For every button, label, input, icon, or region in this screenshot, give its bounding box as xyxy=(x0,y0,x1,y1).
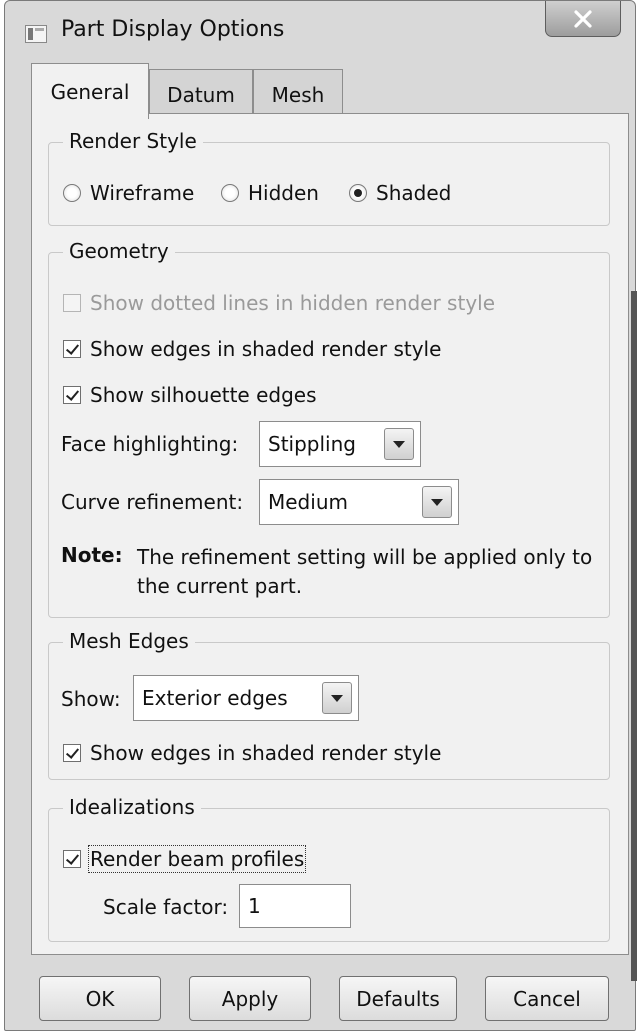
chevron-down-icon[interactable] xyxy=(322,682,352,714)
render-style-title: Render Style xyxy=(63,129,203,153)
mesh-show-label: Show: xyxy=(61,687,121,711)
mesh-show-edges-option[interactable]: Show edges in shaded render style xyxy=(63,741,441,765)
cancel-label: Cancel xyxy=(513,986,581,1011)
render-beam-profiles-checkbox[interactable] xyxy=(63,850,81,868)
idealizations-title: Idealizations xyxy=(63,795,201,819)
shaded-label: Shaded xyxy=(376,181,452,205)
wireframe-option[interactable]: Wireframe xyxy=(63,181,194,205)
chevron-down-icon[interactable] xyxy=(422,486,452,518)
face-highlighting-value: Stippling xyxy=(268,432,356,456)
face-highlighting-label: Face highlighting: xyxy=(61,432,239,456)
show-edges-checkbox[interactable] xyxy=(63,340,81,358)
title-bar[interactable]: Part Display Options xyxy=(5,1,635,61)
close-x-icon xyxy=(574,9,592,28)
curve-refinement-select[interactable]: Medium xyxy=(259,479,459,525)
hidden-option[interactable]: Hidden xyxy=(221,181,319,205)
defaults-button[interactable]: Defaults xyxy=(339,976,457,1021)
curve-refinement-value: Medium xyxy=(268,490,348,514)
apply-label: Apply xyxy=(221,986,279,1011)
apply-button[interactable]: Apply xyxy=(189,976,311,1021)
hidden-label: Hidden xyxy=(248,181,319,205)
defaults-label: Defaults xyxy=(356,986,440,1011)
window-edge-strip xyxy=(631,291,637,981)
show-dotted-lines-option: Show dotted lines in hidden render style xyxy=(63,291,495,315)
tab-mesh-label: Mesh xyxy=(271,82,325,107)
note-key: Note: xyxy=(61,543,123,567)
ok-label: OK xyxy=(85,986,115,1011)
mesh-edges-title: Mesh Edges xyxy=(63,629,195,653)
ok-button[interactable]: OK xyxy=(39,976,161,1021)
show-silhouette-option[interactable]: Show silhouette edges xyxy=(63,383,317,407)
mesh-show-select[interactable]: Exterior edges xyxy=(133,675,359,721)
part-display-options-dialog: Part Display Options General Datum Mesh … xyxy=(4,0,637,1031)
tab-datum[interactable]: Datum xyxy=(149,69,253,119)
geometry-title: Geometry xyxy=(63,239,175,263)
note-text: The refinement setting will be applied o… xyxy=(137,545,593,598)
tab-general[interactable]: General xyxy=(31,63,149,119)
general-tab-panel: Render Style Wireframe Hidden Shaded Geo… xyxy=(31,113,629,955)
cancel-button[interactable]: Cancel xyxy=(485,976,609,1021)
show-silhouette-label: Show silhouette edges xyxy=(90,383,317,407)
face-highlighting-select[interactable]: Stippling xyxy=(259,421,421,467)
show-silhouette-checkbox[interactable] xyxy=(63,386,81,404)
show-dotted-lines-label: Show dotted lines in hidden render style xyxy=(90,291,496,315)
wireframe-label: Wireframe xyxy=(90,181,195,205)
tab-mesh[interactable]: Mesh xyxy=(253,69,343,119)
window-title: Part Display Options xyxy=(61,17,285,42)
tab-general-label: General xyxy=(50,79,130,104)
render-beam-profiles-label: Render beam profiles xyxy=(87,845,307,873)
shaded-option[interactable]: Shaded xyxy=(349,181,451,205)
show-edges-option[interactable]: Show edges in shaded render style xyxy=(63,337,441,361)
scale-factor-label: Scale factor: xyxy=(103,895,229,919)
chevron-down-icon[interactable] xyxy=(384,428,414,460)
curve-refinement-label: Curve refinement: xyxy=(61,490,244,514)
render-beam-profiles-option[interactable]: Render beam profiles xyxy=(63,845,307,873)
show-edges-label: Show edges in shaded render style xyxy=(90,337,442,361)
close-button[interactable] xyxy=(545,1,621,37)
geometry-group: Geometry Show dotted lines in hidden ren… xyxy=(48,239,610,618)
idealizations-group: Idealizations Render beam profiles Scale… xyxy=(48,795,610,942)
wireframe-radio[interactable] xyxy=(63,184,81,202)
mesh-show-edges-checkbox[interactable] xyxy=(63,744,81,762)
render-style-group: Render Style Wireframe Hidden Shaded xyxy=(48,129,610,226)
mesh-edges-group: Mesh Edges Show: Exterior edges Show edg… xyxy=(48,629,610,780)
shaded-radio[interactable] xyxy=(349,184,367,202)
scale-factor-input[interactable]: 1 xyxy=(239,884,351,928)
hidden-radio[interactable] xyxy=(221,184,239,202)
mesh-show-value: Exterior edges xyxy=(142,686,288,710)
mesh-show-edges-label: Show edges in shaded render style xyxy=(90,741,442,765)
show-dotted-lines-checkbox xyxy=(63,294,81,312)
window-app-icon xyxy=(25,25,47,43)
tab-datum-label: Datum xyxy=(167,82,235,107)
